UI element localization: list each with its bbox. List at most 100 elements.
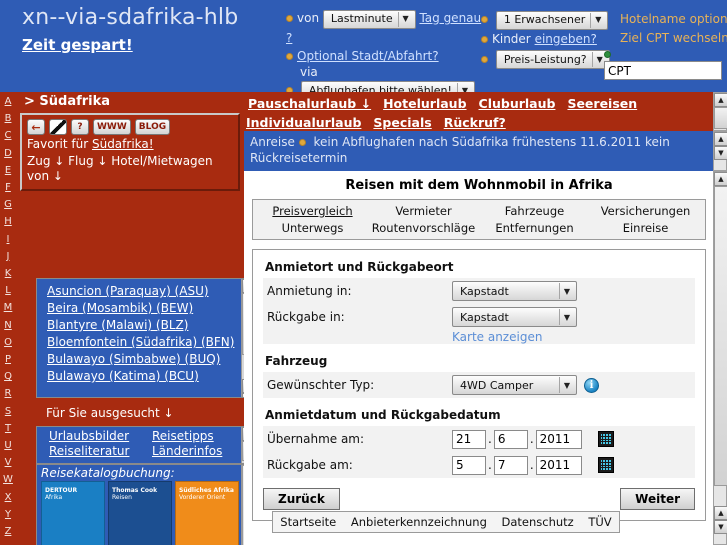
scroll-up-icon-2[interactable]: ▲ <box>714 506 727 520</box>
footer-link-2[interactable]: Datenschutz <box>502 515 574 529</box>
nav-item-3[interactable]: Seereisen <box>567 96 637 111</box>
sidebar-quicklink[interactable]: Reisetipps <box>152 429 255 443</box>
blog-icon[interactable]: BLOG <box>134 119 171 135</box>
alpha-link-q[interactable]: Q <box>4 368 12 385</box>
catalog-cover[interactable]: Südliches Afrika Vorderer Orient <box>175 481 239 545</box>
nav-item-6[interactable]: Rückruf? <box>444 115 506 130</box>
airport-list-item[interactable]: Bloemfontein (Südafrika) (BFN) <box>47 334 255 351</box>
airport-link[interactable]: Beira (Mosambik) (BEW) <box>47 301 193 315</box>
scroll-up-icon[interactable]: ▲ <box>714 93 727 107</box>
return-month-input[interactable] <box>493 455 528 475</box>
footer-link-1[interactable]: Anbieterkennzeichnung <box>351 515 487 529</box>
alpha-link-e[interactable]: E <box>5 162 11 179</box>
scroll-up-icon[interactable]: ▲ <box>714 132 727 146</box>
airport-link[interactable]: Bulawayo (Katima) (BCU) <box>47 369 199 383</box>
vehicle-type-select[interactable]: 4WD Camper ▼ <box>452 375 577 395</box>
sidebar-quicklink[interactable]: Urlaubsbilder <box>49 429 152 443</box>
footer-link-0[interactable]: Startseite <box>280 515 336 529</box>
nav-item-0[interactable]: Pauschalurlaub ↓ <box>248 96 371 111</box>
scroll-down-icon[interactable]: ▼ <box>714 520 727 534</box>
return-day-input[interactable] <box>452 455 486 475</box>
page-scrollbar[interactable]: ▲ ▲ ▼ <box>713 171 727 545</box>
pickup-location-select[interactable]: Kapstadt ▼ <box>452 281 577 301</box>
info-icon[interactable]: i <box>584 377 599 393</box>
alpha-link-p[interactable]: P <box>5 351 11 368</box>
alpha-link-y[interactable]: Y <box>5 506 11 523</box>
airport-link[interactable]: Asuncion (Paraquay) (ASU) <box>47 284 209 298</box>
airport-list-item[interactable]: Bulawayo (Katima) (BCU) <box>47 368 255 385</box>
alpha-link-k[interactable]: K <box>5 265 12 282</box>
destination-input[interactable] <box>604 61 722 80</box>
optional-stadt-link[interactable]: Optional Stadt/Abfahrt? <box>297 49 439 63</box>
tab-3[interactable]: Versicherungen <box>590 203 701 219</box>
nav-item-5[interactable]: Specials <box>373 115 431 130</box>
tab-bar[interactable]: Preisvergleich Vermieter Fahrzeuge Versiche… <box>252 199 706 240</box>
return-year-input[interactable] <box>535 455 582 475</box>
alpha-link-t[interactable]: T <box>5 420 11 437</box>
alpha-link-h[interactable]: H <box>4 213 12 230</box>
back-icon[interactable]: ← <box>27 119 45 135</box>
favorite-region-link[interactable]: Südafrika! <box>92 137 154 151</box>
airport-list-item[interactable]: Asuncion (Paraquay) (ASU) <box>47 283 255 300</box>
tab-4[interactable]: Unterwegs <box>257 220 368 236</box>
alpha-link-d[interactable]: D <box>4 145 12 162</box>
lastminute-select[interactable]: Lastminute ▼ <box>322 9 416 29</box>
calendar-icon[interactable] <box>597 457 614 473</box>
back-button[interactable]: Zurück <box>263 488 340 510</box>
scroll-up-icon[interactable]: ▲ <box>714 172 727 186</box>
alpha-link-x[interactable]: X <box>5 489 12 506</box>
anreise-scrollbar[interactable]: ▲ ▼ <box>713 131 727 171</box>
nav-item-4[interactable]: Individualurlaub <box>246 115 361 130</box>
dropoff-location-select[interactable]: Kapstadt ▼ <box>452 307 577 327</box>
airport-list-item[interactable]: Bulawayo (Simbabwe) (BUQ) <box>47 351 255 368</box>
scroll-thumb[interactable] <box>714 186 727 486</box>
www-icon[interactable]: WWW <box>93 119 131 135</box>
pencil-icon[interactable] <box>49 119 67 135</box>
alpha-link-u[interactable]: U <box>4 437 11 454</box>
airport-link[interactable]: Blantyre (Malawi) (BLZ) <box>47 318 188 332</box>
catalog-cover[interactable]: DERTOUR Afrika <box>41 481 105 545</box>
alpha-link-j[interactable]: J <box>7 248 10 265</box>
alpha-link-b[interactable]: B <box>5 110 12 127</box>
adults-select[interactable]: 1 Erwachsener ▼ <box>495 10 609 30</box>
nav-scrollbar[interactable]: ▲ <box>713 92 727 131</box>
tab-7[interactable]: Einreise <box>590 220 701 236</box>
alpha-link-l[interactable]: L <box>5 282 11 299</box>
alphabet-rail[interactable]: ABCDEFGHIJKLMNOPQRSTUVWXYZ <box>0 92 16 545</box>
alpha-link-r[interactable]: R <box>5 385 12 402</box>
tab-1[interactable]: Vermieter <box>368 203 479 219</box>
tab-6[interactable]: Entfernungen <box>479 220 590 236</box>
nav-item-1[interactable]: Hotelurlaub <box>383 96 466 111</box>
alpha-link-z[interactable]: Z <box>5 523 12 540</box>
alpha-link-s[interactable]: S <box>5 403 11 420</box>
sidebar-quicklink[interactable]: Länderinfos <box>152 444 255 458</box>
pickup-month-input[interactable] <box>493 429 528 449</box>
footer-link-3[interactable]: TÜV <box>588 515 611 529</box>
airport-link[interactable]: Bulawayo (Simbabwe) (BUQ) <box>47 352 220 366</box>
airport-list[interactable]: Asuncion (Paraquay) (ASU) Beira (Mosambik… <box>36 278 256 398</box>
calendar-icon[interactable] <box>597 431 614 447</box>
sidebar-quicklink[interactable]: Reiseliteratur <box>49 444 152 458</box>
alpha-link-i[interactable]: I <box>7 231 10 248</box>
brand-subtitle[interactable]: Zeit gespart! <box>22 36 133 54</box>
scroll-thumb[interactable] <box>714 107 727 129</box>
nav-item-2[interactable]: Cluburlaub <box>479 96 556 111</box>
help-icon[interactable]: ? <box>71 119 89 135</box>
airport-list-item[interactable]: Blantyre (Malawi) (BLZ) <box>47 317 255 334</box>
airport-list-item[interactable]: Beira (Mosambik) (BEW) <box>47 300 255 317</box>
alpha-link-c[interactable]: C <box>5 127 12 144</box>
scroll-down-icon[interactable]: ▼ <box>714 146 727 160</box>
alpha-link-a[interactable]: A <box>5 93 12 110</box>
airport-link[interactable]: Bloemfontein (Südafrika) (BFN) <box>47 335 234 349</box>
kinder-eingeben-link[interactable]: eingeben? <box>535 32 597 46</box>
alpha-link-v[interactable]: V <box>5 454 12 471</box>
tab-2[interactable]: Fahrzeuge <box>479 203 590 219</box>
pickup-year-input[interactable] <box>535 429 582 449</box>
catalog-cover[interactable]: Thomas Cook Reisen <box>108 481 172 545</box>
tab-0[interactable]: Preisvergleich <box>257 203 368 219</box>
alpha-link-g[interactable]: G <box>4 196 12 213</box>
tab-5[interactable]: Routenvorschläge <box>368 220 479 236</box>
pickup-day-input[interactable] <box>452 429 486 449</box>
show-map-link[interactable]: Karte anzeigen <box>263 330 695 344</box>
alpha-link-n[interactable]: N <box>4 317 11 334</box>
